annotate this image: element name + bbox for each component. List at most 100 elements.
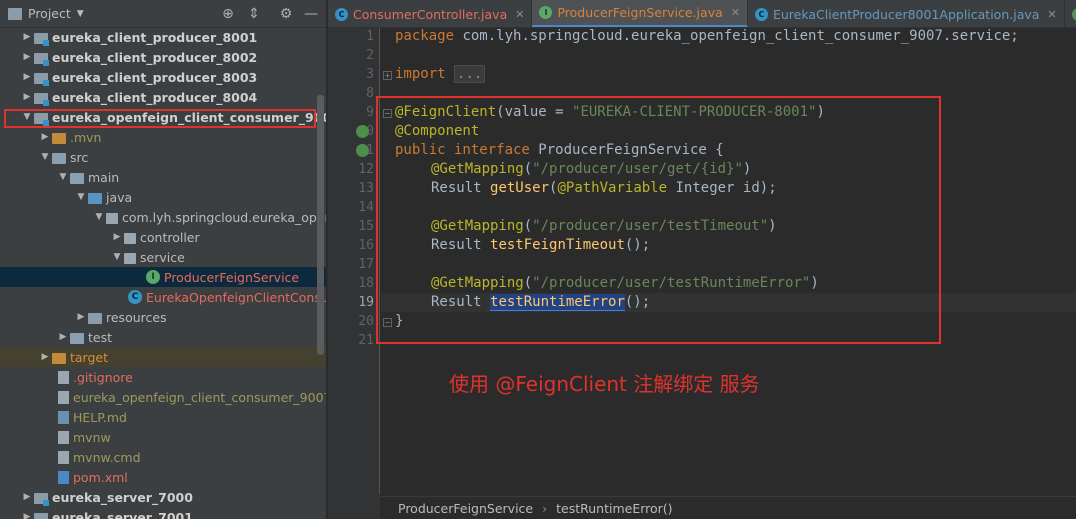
chevron-right-icon[interactable]: ▶ xyxy=(38,352,52,362)
spring-bean-icon[interactable] xyxy=(356,144,369,157)
tree-item-package[interactable]: ▼ com.lyh.springcloud.eureka_openf xyxy=(0,207,326,227)
tree-item-label: controller xyxy=(140,229,200,245)
project-panel: Project ▼ ⊕ ⇕ ⚙ — ▶ eureka_client_produc… xyxy=(0,0,327,519)
line-number: 1 xyxy=(366,29,374,44)
tree-item-file[interactable]: mvnw xyxy=(0,427,326,447)
breadcrumb: ProducerFeignService › testRuntimeError(… xyxy=(381,496,1076,519)
close-icon[interactable]: ✕ xyxy=(731,6,740,19)
tree-item-file[interactable]: HELP.md xyxy=(0,407,326,427)
tree-item-package[interactable]: ▶ controller xyxy=(0,227,326,247)
tree-item-label: eureka_client_producer_8001 xyxy=(52,29,258,45)
fold-expand-icon[interactable]: + xyxy=(383,71,392,80)
maven-file-icon xyxy=(58,470,69,484)
tree-item-label: main xyxy=(88,169,120,185)
tree-item-label: java xyxy=(106,189,133,205)
file-icon xyxy=(58,450,69,464)
chevron-down-icon[interactable]: ▼ xyxy=(77,9,84,19)
close-icon[interactable]: ✕ xyxy=(515,8,524,21)
tab-eureka-client-producer-application[interactable]: C EurekaClientProducer8001Application.ja… xyxy=(748,0,1065,27)
tree-item-folder[interactable]: ▼ main xyxy=(0,167,326,187)
line-number: 13 xyxy=(358,181,374,196)
tree-item-file[interactable]: eureka_openfeign_client_consumer_9007.im xyxy=(0,387,326,407)
chevron-right-icon[interactable]: ▶ xyxy=(56,332,70,342)
module-folder-icon xyxy=(34,32,49,46)
chevron-right-icon[interactable]: ▶ xyxy=(74,312,88,322)
line-number: 18 xyxy=(358,276,374,291)
spring-boot-class-icon: C xyxy=(128,290,142,304)
tree-item-label: mvnw xyxy=(73,429,111,445)
tree-item-file[interactable]: pom.xml xyxy=(0,467,326,487)
line-number: 16 xyxy=(358,238,374,253)
tab-producer-feign-service[interactable]: I ProducerFeignService.java ✕ xyxy=(532,0,748,27)
tree-item-folder-excluded[interactable]: ▶ target xyxy=(0,347,326,367)
tree-item-folder[interactable]: ▼ src xyxy=(0,147,326,167)
tree-item-module[interactable]: ▶ eureka_client_producer_8003 xyxy=(0,67,326,87)
tree-item-folder[interactable]: ▶ .mvn xyxy=(0,127,326,147)
package-icon xyxy=(124,232,136,244)
chevron-right-icon[interactable]: ▶ xyxy=(110,232,124,242)
tree-item-folder[interactable]: ▼ java xyxy=(0,187,326,207)
scrollbar[interactable] xyxy=(317,95,324,355)
tree-item-folder[interactable]: ▶ resources xyxy=(0,307,326,327)
chevron-down-icon[interactable]: ▼ xyxy=(38,152,52,162)
project-view-selector[interactable]: Project xyxy=(28,6,71,21)
chevron-right-icon[interactable]: ▶ xyxy=(20,492,34,502)
breadcrumb-item[interactable]: testRuntimeError() xyxy=(556,501,672,516)
tree-item-module[interactable]: ▶ eureka_client_producer_8004 xyxy=(0,87,326,107)
tree-item-file[interactable]: .gitignore xyxy=(0,367,326,387)
tree-item-label: pom.xml xyxy=(73,469,128,485)
code-line[interactable]: package com.lyh.springcloud.eureka_openf… xyxy=(395,28,1019,44)
chevron-right-icon[interactable]: ▶ xyxy=(20,512,34,519)
tree-item-file[interactable]: mvnw.cmd xyxy=(0,447,326,467)
tree-item-label: .mvn xyxy=(70,129,102,145)
chevron-right-icon[interactable]: ▶ xyxy=(20,32,34,42)
tree-item-label: eureka_client_producer_8002 xyxy=(52,49,258,65)
line-number: 9 xyxy=(366,105,374,120)
tab-label: EurekaClientProducer8001Application.java xyxy=(772,6,1040,22)
tab-application[interactable]: ✓ applic xyxy=(1065,0,1076,27)
chevron-down-icon[interactable]: ▼ xyxy=(92,212,106,222)
tab-label: ConsumerController.java xyxy=(353,6,508,22)
source-folder-icon xyxy=(88,192,102,204)
close-icon[interactable]: ✕ xyxy=(1047,8,1056,21)
folded-imports[interactable]: ... xyxy=(454,65,486,83)
tab-consumer-controller[interactable]: C ConsumerController.java ✕ xyxy=(328,0,533,27)
interface-icon: I xyxy=(539,6,553,19)
tree-item-file-selected[interactable]: I ProducerFeignService xyxy=(0,267,326,287)
spring-bean-icon[interactable] xyxy=(356,125,369,138)
tree-item-package[interactable]: ▼ service xyxy=(0,247,326,267)
folder-icon xyxy=(70,172,84,184)
line-number: 3 xyxy=(366,67,374,82)
module-folder-icon xyxy=(34,492,49,506)
tree-item-file[interactable]: C EurekaOpenfeignClientConsum xyxy=(0,287,326,307)
tree-item-label: eureka_client_producer_8003 xyxy=(52,69,258,85)
tree-item-label: resources xyxy=(106,309,167,325)
line-number: 19 xyxy=(358,295,374,310)
chevron-right-icon[interactable]: ▶ xyxy=(20,52,34,62)
hide-panel-icon[interactable]: — xyxy=(302,5,320,23)
tree-item-module[interactable]: ▶ eureka_client_producer_8002 xyxy=(0,47,326,67)
tree-item-label: eureka_server_7001 xyxy=(52,509,193,519)
breadcrumb-item[interactable]: ProducerFeignService xyxy=(398,501,533,516)
chevron-down-icon[interactable]: ▼ xyxy=(110,252,124,262)
chevron-down-icon[interactable]: ▼ xyxy=(56,172,70,182)
project-view-icon xyxy=(8,7,22,20)
tree-item-module[interactable]: ▶ eureka_client_producer_8001 xyxy=(0,27,326,47)
tree-item-module[interactable]: ▶ eureka_server_7000 xyxy=(0,487,326,507)
chevron-down-icon[interactable]: ▼ xyxy=(74,192,88,202)
collapse-all-icon[interactable]: ⇕ xyxy=(245,5,263,23)
chevron-right-icon[interactable]: ▶ xyxy=(38,132,52,142)
tree-item-label: .gitignore xyxy=(73,369,133,385)
code-line[interactable]: import ... xyxy=(395,65,486,83)
gear-icon[interactable]: ⚙ xyxy=(277,5,295,23)
line-number: 20 xyxy=(358,314,374,329)
chevron-right-icon[interactable]: ▶ xyxy=(20,72,34,82)
chevron-right-icon[interactable]: ▶ xyxy=(20,92,34,102)
folder-icon xyxy=(52,152,66,164)
tree-item-module[interactable]: ▶ eureka_server_7001 xyxy=(0,507,326,519)
class-icon: C xyxy=(335,7,348,21)
gutter-footer xyxy=(328,494,380,519)
tree-item-folder[interactable]: ▶ test xyxy=(0,327,326,347)
folder-icon xyxy=(52,132,66,144)
locate-target-icon[interactable]: ⊕ xyxy=(219,5,237,23)
